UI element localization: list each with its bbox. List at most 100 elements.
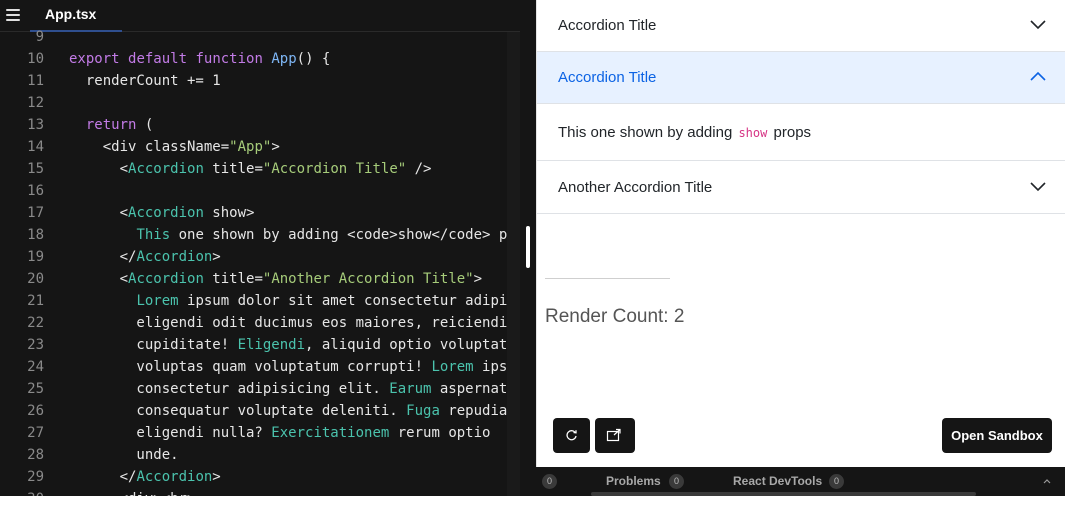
line-number: 16: [27, 183, 44, 199]
code-line[interactable]: 9: [0, 26, 520, 48]
menu-icon[interactable]: [6, 9, 20, 21]
code-text: consectetur adipisicing elit. Earum aspe…: [69, 381, 520, 397]
code-editor[interactable]: App.tsx 9 10 export default function App()…: [0, 0, 520, 496]
line-number: 29: [27, 469, 44, 485]
preview-pane: Accordion Title Accordion Title This one…: [536, 0, 1065, 467]
accordion-item-2: Accordion Title This one shown by adding…: [537, 52, 1065, 161]
code-line[interactable]: 25 consectetur adipisicing elit. Earum a…: [0, 378, 520, 400]
code-text: <Accordion title="Accordion Title" />: [69, 161, 432, 177]
open-sandbox-button[interactable]: Open Sandbox: [942, 418, 1052, 453]
code-line[interactable]: 24 voluptas quam voluptatum corrupti! Lo…: [0, 356, 520, 378]
code-line[interactable]: 14 <div className="App">: [0, 136, 520, 158]
open-external-icon: [606, 428, 621, 442]
code-line[interactable]: 13 return (: [0, 114, 520, 136]
window-bottom-edge: [0, 496, 1065, 508]
code-text: <Accordion show>: [69, 205, 255, 221]
accordion-body-code: show: [738, 126, 768, 140]
horizontal-rule: [545, 278, 670, 279]
code-text: <div className="App">: [69, 139, 280, 155]
code-line[interactable]: 10 export default function App() {: [0, 48, 520, 70]
accordion-header-1[interactable]: Accordion Title: [537, 0, 1065, 51]
console-bar: 0 Problems 0 React DevTools 0: [536, 467, 1065, 496]
code-line[interactable]: 21 Lorem ipsum dolor sit amet consectetu…: [0, 290, 520, 312]
chevron-up-icon: [1030, 71, 1046, 81]
code-text: <div><hr>: [69, 488, 196, 496]
line-number: 12: [27, 95, 44, 111]
code-text: eligendi odit ducimus eos maiores, reici…: [69, 315, 516, 331]
code-text: </Accordion>: [69, 249, 221, 265]
open-new-window-button[interactable]: [595, 418, 635, 453]
code-text: renderCount += 1: [69, 73, 221, 89]
code-text: consequatur voluptate deleniti. Fuga rep…: [69, 403, 520, 419]
refresh-button[interactable]: [553, 418, 590, 453]
code-line[interactable]: 29 </Accordion>: [0, 466, 520, 488]
editor-scrollbar[interactable]: [507, 32, 520, 496]
code-line[interactable]: 26 consequatur voluptate deleniti. Fuga …: [0, 400, 520, 422]
accordion-item-3: Another Accordion Title: [537, 162, 1065, 214]
resize-handle[interactable]: [526, 226, 530, 268]
line-number: 13: [27, 117, 44, 133]
line-number: 21: [27, 293, 44, 309]
accordion-title: Accordion Title: [558, 17, 657, 34]
code-line[interactable]: 15 <Accordion title="Accordion Title" />: [0, 158, 520, 180]
line-number: 20: [27, 271, 44, 287]
tab-problems[interactable]: Problems: [606, 473, 661, 489]
code-line[interactable]: 30 <div><hr>: [0, 488, 520, 496]
accordion-header-2[interactable]: Accordion Title: [537, 52, 1065, 103]
line-number: 18: [27, 227, 44, 243]
code-text: unde.: [69, 447, 179, 463]
split-divider: [520, 0, 536, 496]
line-number: 28: [27, 447, 44, 463]
code-line[interactable]: 19 </Accordion>: [0, 246, 520, 268]
code-text: eligendi nulla? Exercitationem rerum opt…: [69, 425, 491, 441]
code-text: <Accordion title="Another Accordion Titl…: [69, 271, 483, 287]
line-number: 19: [27, 249, 44, 265]
accordion-title: Another Accordion Title: [558, 179, 713, 196]
line-number: 26: [27, 403, 44, 419]
code-line[interactable]: 12: [0, 92, 520, 114]
line-number: 27: [27, 425, 44, 441]
console-count-badge: 0: [542, 474, 557, 489]
line-number: 14: [27, 139, 44, 155]
line-number: 24: [27, 359, 44, 375]
code-text: Lorem ipsum dolor sit amet consectetur a…: [136, 293, 520, 309]
line-number: 10: [27, 51, 44, 67]
chevron-up-icon[interactable]: [1043, 477, 1051, 485]
code-text: </Accordion>: [69, 469, 221, 485]
code-text: This one shown by adding <code>show</cod…: [136, 227, 520, 243]
problems-count-badge: 0: [669, 474, 684, 489]
code-area[interactable]: 9 10 export default function App() { 11 ren…: [0, 26, 520, 496]
code-text: voluptas quam voluptatum corrupti! Lorem…: [69, 359, 520, 375]
accordion-title: Accordion Title: [558, 69, 657, 86]
tab-react-devtools[interactable]: React DevTools: [733, 473, 822, 489]
line-number: 30: [0, 488, 44, 496]
file-tab-label: App.tsx: [45, 6, 97, 22]
code-text: cupiditate! Eligendi, aliquid optio volu…: [69, 337, 520, 353]
code-line[interactable]: 11 renderCount += 1: [0, 70, 520, 92]
code-line[interactable]: 17 <Accordion show>: [0, 202, 520, 224]
accordion-item-1: Accordion Title: [537, 0, 1065, 52]
code-line[interactable]: 28 unde.: [0, 444, 520, 466]
line-number: 25: [27, 381, 44, 397]
line-number: 15: [27, 161, 44, 177]
code-line[interactable]: 16: [0, 180, 520, 202]
code-text: return (: [85, 117, 154, 133]
accordion-body-text: This one shown by adding: [558, 124, 733, 141]
code-line[interactable]: 18 This one shown by adding <code>show</…: [0, 224, 520, 246]
line-number: 23: [27, 337, 44, 353]
line-number: 22: [27, 315, 44, 331]
accordion-body: This one shown by adding show props: [537, 103, 1065, 160]
accordion-body-text-end: props: [773, 124, 812, 141]
code-line[interactable]: 22 eligendi odit ducimus eos maiores, re…: [0, 312, 520, 334]
code-line[interactable]: 23 cupiditate! Eligendi, aliquid optio v…: [0, 334, 520, 356]
refresh-icon: [566, 430, 577, 441]
accordion-header-3[interactable]: Another Accordion Title: [537, 162, 1065, 213]
line-number: 9: [35, 29, 44, 45]
devtools-count-badge: 0: [829, 474, 844, 489]
line-number: 17: [27, 205, 44, 221]
render-count-text: Render Count: 2: [545, 306, 685, 327]
line-number: 11: [27, 73, 44, 89]
code-line[interactable]: 20 <Accordion title="Another Accordion T…: [0, 268, 520, 290]
code-line[interactable]: 27 eligendi nulla? Exercitationem rerum …: [0, 422, 520, 444]
code-text: export default function App() {: [69, 51, 331, 67]
